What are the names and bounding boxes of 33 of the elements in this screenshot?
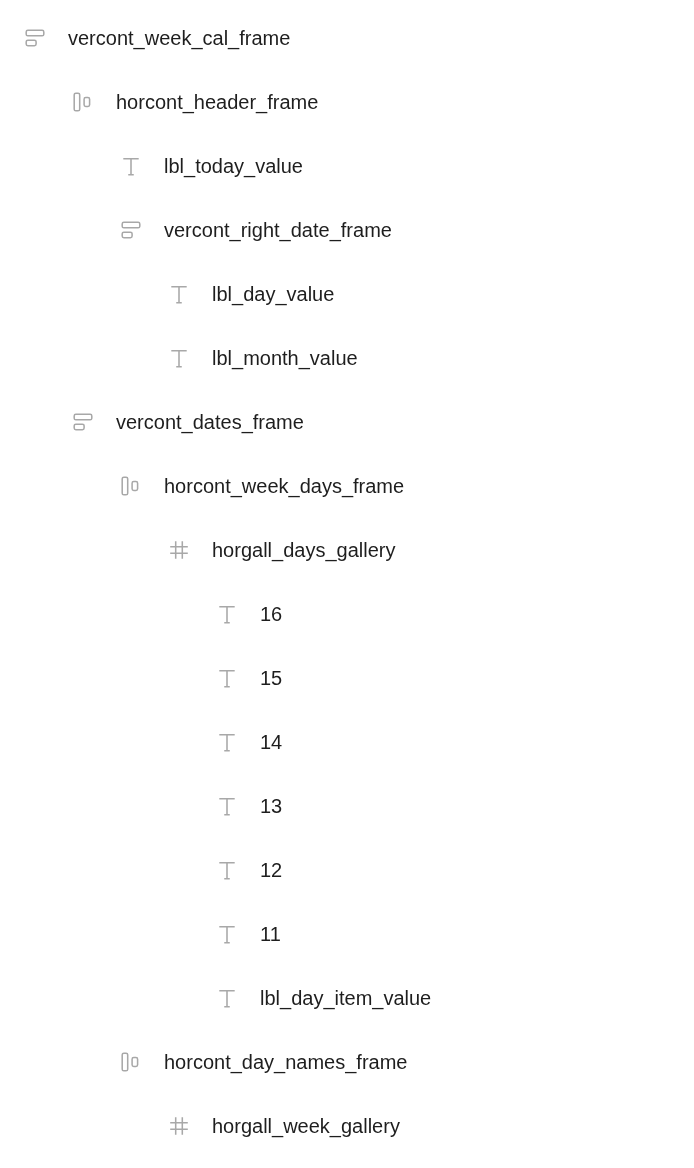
- layer-name[interactable]: 11: [260, 922, 281, 946]
- layer-name[interactable]: vercont_dates_frame: [116, 410, 304, 434]
- text-icon: [120, 155, 142, 177]
- layer-name[interactable]: horgall_week_gallery: [212, 1114, 400, 1138]
- layer-name[interactable]: 12: [260, 858, 283, 882]
- vertical-container-icon: [120, 219, 142, 241]
- layer-name[interactable]: horcont_header_frame: [116, 90, 319, 114]
- layer-name[interactable]: 14: [260, 730, 283, 754]
- layer-name[interactable]: lbl_today_value: [164, 154, 303, 178]
- vertical-container-icon: [24, 27, 46, 49]
- layer-name[interactable]: lbl_month_value: [212, 346, 358, 370]
- text-icon: [216, 731, 238, 753]
- vertical-container-icon: [72, 411, 94, 433]
- text-icon: [216, 667, 238, 689]
- layer-name[interactable]: vercont_week_cal_frame: [68, 26, 291, 50]
- grid-icon: [168, 539, 190, 561]
- text-icon: [168, 283, 190, 305]
- layer-name[interactable]: horgall_days_gallery: [212, 538, 396, 562]
- text-icon: [216, 603, 238, 625]
- text-icon: [216, 859, 238, 881]
- layer-name[interactable]: horcont_week_days_frame: [164, 474, 405, 498]
- text-icon: [216, 923, 238, 945]
- layer-name[interactable]: lbl_day_item_value: [260, 986, 432, 1010]
- text-icon: [168, 347, 190, 369]
- layer-name[interactable]: 13: [260, 794, 283, 818]
- layer-name[interactable]: vercont_right_date_frame: [164, 218, 392, 242]
- layer-name[interactable]: 16: [260, 602, 283, 626]
- layer-name[interactable]: lbl_day_value: [212, 282, 335, 306]
- layer-name[interactable]: 15: [260, 666, 283, 690]
- text-icon: [216, 795, 238, 817]
- text-icon: [216, 987, 238, 1009]
- grid-icon: [168, 1115, 190, 1137]
- layer-name[interactable]: horcont_day_names_frame: [164, 1050, 408, 1074]
